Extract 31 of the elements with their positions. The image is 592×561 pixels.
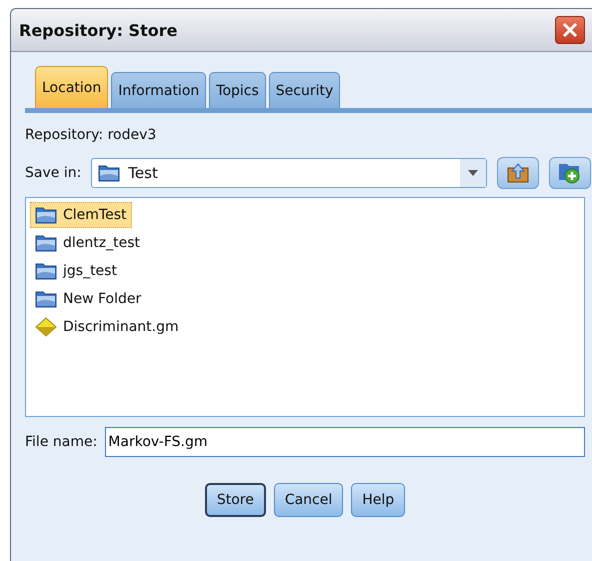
folder-icon	[35, 262, 57, 280]
folder-icon	[35, 206, 57, 224]
folder-icon	[98, 164, 120, 182]
diamond-icon	[35, 317, 57, 337]
file-name-field[interactable]: Markov-FS.gm	[105, 427, 586, 457]
caret-icon	[460, 159, 486, 187]
new-folder-button[interactable]	[549, 157, 592, 189]
close-button[interactable]	[555, 16, 585, 44]
repository-label: Repository: rodev3	[25, 127, 158, 143]
tab[interactable]: Location	[35, 66, 108, 108]
file-list-item[interactable]: ClemTest	[30, 202, 132, 228]
dialog-button[interactable]: Cancel	[274, 483, 344, 517]
file-list-item[interactable]: jgs_test	[30, 258, 122, 284]
folder-icon	[35, 234, 57, 252]
tab[interactable]: Security	[268, 72, 340, 108]
window-title: Repository: Store	[19, 20, 178, 40]
folder-icon	[35, 290, 57, 308]
tab[interactable]: Topics	[209, 72, 266, 108]
up-folder-button[interactable]	[497, 157, 540, 189]
file-list-item[interactable]: Discriminant.gm	[30, 314, 184, 340]
dropdown-value: Test	[128, 164, 158, 182]
save-in-dropdown[interactable]: Test	[91, 158, 488, 188]
close-icon	[562, 22, 578, 38]
save-in-label: Save in:	[25, 165, 82, 181]
file-list-item[interactable]: dlentz_test	[30, 230, 145, 256]
tab[interactable]: Information	[111, 72, 206, 108]
box-up-arrow-icon	[506, 162, 530, 184]
file-name-label: File name:	[25, 434, 98, 450]
dialog-button[interactable]: Store	[204, 483, 266, 517]
file-list-item[interactable]: New Folder	[30, 286, 146, 312]
dialog-button[interactable]: Help	[351, 483, 406, 517]
